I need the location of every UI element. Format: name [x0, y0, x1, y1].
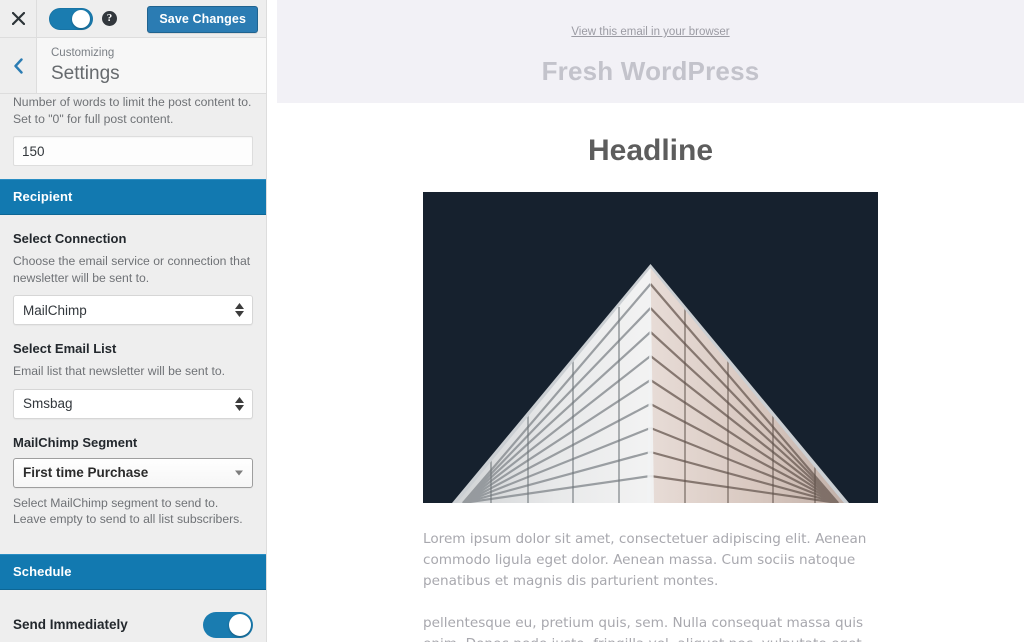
preview-toggle[interactable] — [49, 7, 93, 30]
customizer-header: Customizing Settings — [0, 38, 266, 94]
mailchimp-segment-hint: Select MailChimp segment to send to. Lea… — [13, 495, 243, 527]
select-connection-dropdown[interactable]: MailChimp — [13, 295, 253, 325]
select-connection-value: MailChimp — [23, 302, 87, 318]
post-content-description: Number of words to limit the post conten… — [13, 95, 252, 126]
email-paragraph: Lorem ipsum dolor sit amet, consectetuer… — [423, 531, 867, 589]
mailchimp-segment-label: MailChimp Segment — [13, 434, 138, 450]
customizer-controls: Number of words to limit the post conten… — [0, 94, 266, 642]
select-connection-description: Choose the email service or connection t… — [13, 254, 251, 285]
customizer-sidebar: ? Save Changes Customizing Settings Numb… — [0, 0, 267, 642]
select-email-list-value: Smsbag — [23, 396, 73, 411]
email-brand-title: Fresh WordPress — [541, 56, 760, 86]
customizer-topbar: ? Save Changes — [0, 0, 266, 38]
select-connection-label: Select Connection — [13, 231, 127, 246]
send-immediately-label: Send Immediately — [13, 617, 128, 632]
section-header-recipient[interactable]: Recipient — [0, 179, 266, 215]
email-paragraph: pellentesque eu, pretium quis, sem. Null… — [423, 615, 866, 642]
email-preview-pane: View this email in your browser Fresh Wo… — [277, 0, 1024, 642]
save-button[interactable]: Save Changes — [147, 6, 258, 33]
select-email-list-description: Email list that newsletter will be sent … — [13, 364, 226, 378]
post-content-field — [0, 136, 266, 166]
section-spacer — [0, 527, 266, 541]
email-header: View this email in your browser Fresh Wo… — [277, 0, 1024, 103]
customizer-screen: ? Save Changes Customizing Settings Numb… — [0, 0, 1024, 642]
select-connection-field: Select Connection Choose the email servi… — [0, 215, 266, 325]
post-words-input[interactable] — [13, 136, 253, 166]
stepper-arrows-icon — [235, 396, 244, 411]
view-in-browser-link[interactable]: View this email in your browser — [571, 26, 729, 38]
select-email-list-label: Select Email List — [13, 341, 117, 356]
close-icon[interactable] — [0, 0, 37, 37]
preview-toggle-group: ? — [37, 7, 117, 30]
mailchimp-segment-value: First time Purchase — [23, 465, 149, 480]
customizer-subtitle: Customizing — [51, 46, 115, 59]
page-title: Settings — [51, 62, 120, 84]
toggle-knob — [229, 613, 251, 636]
email-body: Lorem ipsum dolor sit amet, consectetuer… — [423, 529, 878, 642]
select-email-list-dropdown[interactable]: Smsbag — [13, 388, 253, 419]
select-email-list-field: Select Email List Email list that newsle… — [0, 325, 266, 419]
email-headline: Headline — [587, 134, 714, 167]
chevron-left-icon[interactable] — [0, 38, 37, 93]
mailchimp-segment-field: MailChimp Segment First time Purchase Se… — [0, 418, 266, 528]
section-header-schedule[interactable]: Schedule — [0, 553, 266, 590]
toggle-knob — [72, 9, 90, 28]
chevron-down-icon — [235, 470, 243, 475]
send-immediately-row: Send Immediately — [0, 590, 266, 638]
help-icon[interactable]: ? — [102, 11, 117, 26]
send-immediately-toggle[interactable] — [203, 611, 253, 638]
hero-image — [423, 192, 878, 503]
stepper-arrows-icon — [235, 303, 244, 317]
customizer-title-block: Customizing Settings — [37, 38, 266, 93]
mailchimp-segment-dropdown[interactable]: First time Purchase — [13, 457, 253, 488]
